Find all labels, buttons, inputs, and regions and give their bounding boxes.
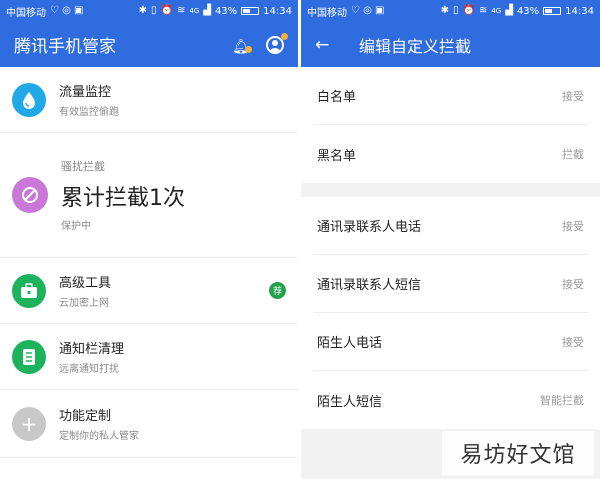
app-bar: 腾讯手机管家 🔔︎ (0, 22, 298, 67)
wifi-icon: ≋ (176, 5, 186, 16)
notification-icon (12, 339, 46, 374)
block-icon (12, 177, 48, 213)
item-title: 通知栏清理 (59, 342, 125, 357)
battery-icon (543, 7, 562, 15)
item-subtitle: 云加密上网 (59, 298, 109, 309)
wifi-icon: ≋ (478, 5, 488, 16)
status-bar: 中国移动 ♡ ◎ ▣ ✱ ▯ ⏰ ≋ 4G ▟ 43% 14:34 (301, 0, 600, 22)
signal-status-icon: ♡ ◎ ▣ (351, 5, 385, 16)
setting-label: 陌生人短信 (317, 394, 383, 410)
setting-value: 智能拦截 (540, 394, 584, 407)
vibrate-icon: ▯ (452, 5, 459, 16)
item-subtitle: 有效监控偷跑 (59, 107, 119, 118)
left-screen: 中国移动 ♡ ◎ ▣ ✱ ▯ ⏰ ≋ 4G ▟ 43% 14:34 腾讯手机管家… (0, 0, 298, 479)
clock: 14:34 (565, 5, 594, 17)
setting-row-blacklist[interactable]: 黑名单 拦截 (313, 125, 588, 183)
setting-row-contact-calls[interactable]: 通讯录联系人电话 接受 (313, 197, 588, 255)
battery-icon (241, 7, 260, 15)
setting-row-contact-sms[interactable]: 通讯录联系人短信 接受 (313, 255, 588, 313)
setting-value: 接受 (562, 277, 584, 291)
section-gap (301, 183, 600, 197)
harassment-label: 骚扰拦截 (61, 160, 105, 173)
app-title: 腾讯手机管家 (14, 37, 116, 57)
harassment-status: 保护中 (61, 221, 91, 232)
setting-label: 陌生人电话 (317, 336, 383, 351)
list-section-rules: 通讯录联系人电话 接受 通讯录联系人短信 接受 陌生人电话 接受 陌生人短信 智… (301, 197, 600, 429)
carrier-label: 中国移动 (307, 7, 347, 19)
setting-row-stranger-sms[interactable]: 陌生人短信 智能拦截 (313, 371, 588, 429)
item-subtitle: 定制你的私人管家 (59, 431, 139, 442)
list-item-traffic-monitor[interactable]: 流量监控 有效监控偷跑 (0, 67, 298, 133)
list-section-lists: 白名单 接受 黑名单 拦截 (301, 67, 600, 183)
network-type: 4G (491, 7, 502, 15)
list-item-advanced-tools[interactable]: 高级工具 云加密上网 荐 (0, 258, 298, 324)
water-drop-icon (12, 82, 46, 117)
page-title: 编辑自定义拦截 (359, 36, 472, 56)
signal-icon: ▟ (505, 5, 513, 16)
item-subtitle: 远离通知打扰 (59, 364, 119, 375)
setting-label: 通讯录联系人短信 (317, 278, 422, 293)
harassment-block-card[interactable]: 骚扰拦截 累计拦截1次 保护中 (0, 133, 298, 258)
setting-value: 接受 (562, 89, 584, 103)
setting-value: 接受 (562, 219, 584, 233)
profile-badge-dot (281, 32, 288, 40)
clock: 14:34 (263, 5, 292, 17)
setting-label: 白名单 (317, 90, 357, 105)
item-title: 功能定制 (59, 409, 112, 424)
app-bar: ← 编辑自定义拦截 (301, 22, 600, 67)
profile-button[interactable] (266, 32, 288, 54)
carrier-label: 中国移动 (6, 7, 46, 19)
harassment-headline: 累计拦截1次 (61, 186, 185, 211)
back-arrow-icon[interactable]: ← (315, 35, 335, 55)
setting-row-whitelist[interactable]: 白名单 接受 (313, 67, 588, 125)
item-title: 高级工具 (59, 276, 112, 291)
setting-label: 黑名单 (317, 148, 357, 164)
setting-value: 拦截 (562, 148, 584, 161)
setting-label: 通讯录联系人电话 (317, 220, 422, 235)
signal-icon: ▟ (203, 5, 211, 16)
battery-percent: 43% (214, 5, 238, 17)
vibrate-icon: ▯ (150, 5, 157, 16)
recommend-badge: 荐 (269, 282, 286, 299)
list-item-customize[interactable]: + 功能定制 定制你的私人管家 (0, 390, 298, 458)
network-type: 4G (189, 7, 200, 15)
bluetooth-icon: ✱ (440, 5, 449, 16)
setting-row-stranger-calls[interactable]: 陌生人电话 接受 (313, 313, 588, 371)
list-item-notification-clean[interactable]: 通知栏清理 远离通知打扰 (0, 324, 298, 390)
watermark: 易坊好文馆 (442, 431, 594, 475)
alarm-icon: ⏰ (160, 5, 173, 16)
status-bar: 中国移动 ♡ ◎ ▣ ✱ ▯ ⏰ ≋ 4G ▟ 43% 14:34 (0, 0, 298, 22)
item-title: 流量监控 (59, 85, 112, 100)
alarm-icon: ⏰ (462, 5, 475, 16)
toolbox-icon (12, 273, 46, 308)
right-screen: 中国移动 ♡ ◎ ▣ ✱ ▯ ⏰ ≋ 4G ▟ 43% 14:34 ← 编辑自定… (301, 0, 600, 479)
plus-icon: + (12, 406, 46, 441)
rocket-button[interactable]: 🔔︎ (232, 36, 252, 55)
bluetooth-icon: ✱ (138, 5, 147, 16)
signal-status-icon: ♡ ◎ ▣ (50, 5, 84, 16)
setting-value: 接受 (562, 335, 584, 349)
battery-percent: 43% (516, 5, 540, 17)
rocket-badge-dot (245, 45, 252, 53)
